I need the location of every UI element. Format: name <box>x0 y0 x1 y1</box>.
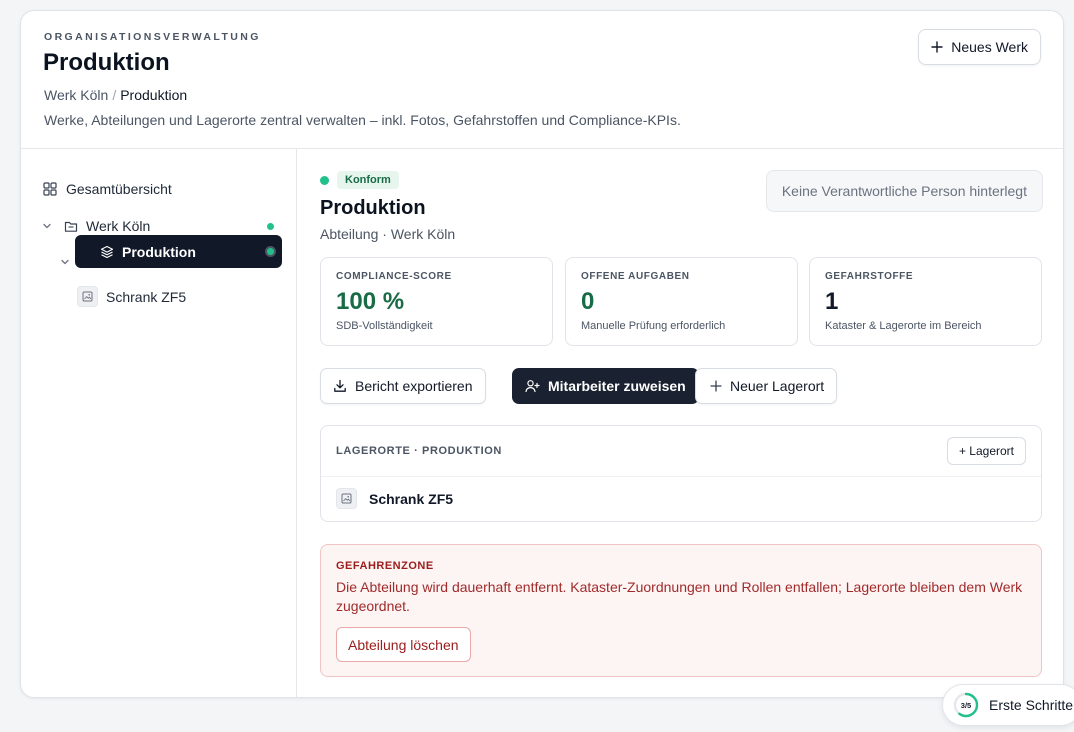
page-description: Werke, Abteilungen und Lagerorte zentral… <box>44 112 681 128</box>
kpi-value: 1 <box>825 288 839 315</box>
storage-locations-panel: LAGERORTE · PRODUKTION + Lagerort Schran… <box>320 425 1042 522</box>
sidebar-item-schrank-zf5-label: Schrank ZF5 <box>106 288 187 305</box>
breadcrumb-parent-link[interactable]: Werk Köln <box>44 87 108 103</box>
list-item[interactable]: Schrank ZF5 <box>336 488 453 509</box>
add-storage-location-button[interactable]: + Lagerort <box>946 437 1026 465</box>
export-report-label: Bericht exportieren <box>355 378 473 394</box>
storage-locations-title: LAGERORTE · PRODUKTION <box>336 445 502 457</box>
kpi-label: COMPLIANCE-SCORE <box>336 271 452 282</box>
download-icon <box>334 379 346 392</box>
plus-icon <box>710 380 722 392</box>
image-icon <box>336 488 357 509</box>
breadcrumb: Werk Köln / Produktion <box>44 87 187 103</box>
department-title: Produktion <box>320 197 426 219</box>
progress-ring: 3/5 <box>953 692 979 718</box>
kpi-open-tasks: OFFENE AUFGABEN 0 Manuelle Prüfung erfor… <box>565 257 798 346</box>
status-badge: Konform <box>337 171 399 189</box>
assign-employee-label: Mitarbeiter zuweisen <box>548 378 686 394</box>
assign-employee-button[interactable]: Mitarbeiter zuweisen <box>512 368 699 404</box>
new-storage-location-button[interactable]: Neuer Lagerort <box>695 368 838 404</box>
sidebar-item-produktion[interactable]: Produktion <box>75 235 282 268</box>
department-detail: Konform Produktion Abteilung · Werk Köln… <box>298 149 1063 697</box>
kpi-value: 0 <box>581 288 595 315</box>
list-item-label: Schrank ZF5 <box>369 490 454 507</box>
sidebar-item-werk-koeln-label: Werk Köln <box>86 218 151 234</box>
page-header: ORGANISATIONSVERWALTUNG Produktion Werk … <box>21 11 1063 149</box>
sidebar-item-schrank-zf5[interactable]: Schrank ZF5 <box>77 286 186 307</box>
onboarding-button[interactable]: 3/5 Erste Schritte <box>942 684 1074 726</box>
progress-ring-label: 3/5 <box>960 700 972 710</box>
image-icon <box>77 286 98 307</box>
export-report-button[interactable]: Bericht exportieren <box>320 368 486 404</box>
breadcrumb-current: Produktion <box>120 87 188 103</box>
new-plant-button[interactable]: Neues Werk <box>918 29 1041 65</box>
kpi-hint: Manuelle Prüfung erforderlich <box>581 320 726 332</box>
user-plus-icon <box>525 380 540 393</box>
chevron-down-icon[interactable] <box>41 220 53 232</box>
status-dot <box>320 175 329 185</box>
status-dot <box>267 223 274 230</box>
kpi-hint: Kataster & Lagerorte im Bereich <box>825 320 982 332</box>
kpi-label: OFFENE AUFGABEN <box>581 271 690 282</box>
sidebar-item-produktion-label: Produktion <box>122 243 196 260</box>
kpi-value: 100 % <box>336 288 405 315</box>
plus-icon <box>931 41 943 53</box>
responsible-person-field[interactable]: Keine Verantwortliche Person hinterlegt <box>765 170 1043 212</box>
chevron-down-icon[interactable] <box>59 256 71 268</box>
organisation-card: ORGANISATIONSVERWALTUNG Produktion Werk … <box>20 10 1064 698</box>
danger-zone: GEFAHRENZONE Die Abteilung wird dauerhaf… <box>320 544 1042 677</box>
layers-icon <box>100 245 114 258</box>
sidebar-item-overview[interactable]: Gesamtübersicht <box>43 181 172 197</box>
new-storage-location-label: Neuer Lagerort <box>730 378 825 394</box>
status-dot <box>265 246 276 257</box>
department-subtitle: Abteilung · Werk Köln <box>320 226 456 242</box>
page-title: Produktion <box>43 49 170 76</box>
sidebar-item-werk-koeln[interactable]: Werk Köln <box>41 218 150 234</box>
danger-zone-text: Die Abteilung wird dauerhaft entfernt. K… <box>336 579 1023 614</box>
onboarding-label: Erste Schritte <box>989 697 1074 713</box>
sidebar-item-overview-label: Gesamtübersicht <box>66 181 172 197</box>
storage-locations-header: LAGERORTE · PRODUKTION + Lagerort <box>321 426 1041 477</box>
kpi-hint: SDB-Vollständigkeit <box>336 320 433 332</box>
breadcrumb-separator: / <box>112 87 117 103</box>
org-tree-sidebar: Gesamtübersicht Werk Köln Produktion Sch… <box>21 149 297 697</box>
danger-zone-title: GEFAHRENZONE <box>336 560 434 572</box>
delete-department-button[interactable]: Abteilung löschen <box>336 627 471 662</box>
folder-icon <box>64 221 78 232</box>
kpi-compliance-score: COMPLIANCE-SCORE 100 % SDB-Vollständigke… <box>320 257 553 346</box>
grid-icon <box>43 182 57 196</box>
kpi-label: GEFAHRSTOFFE <box>825 271 914 282</box>
new-plant-button-label: Neues Werk <box>951 39 1028 55</box>
status-row: Konform <box>320 171 399 189</box>
kpi-hazardous-substances: GEFAHRSTOFFE 1 Kataster & Lagerorte im B… <box>809 257 1042 346</box>
page-eyebrow: ORGANISATIONSVERWALTUNG <box>44 31 261 43</box>
